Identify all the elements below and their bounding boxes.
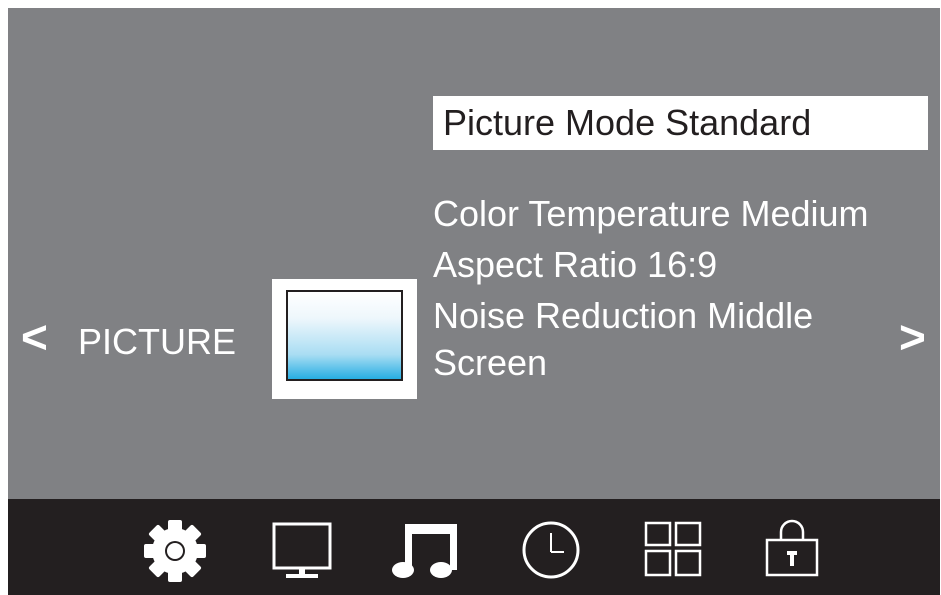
prev-category-arrow[interactable]: < <box>21 314 48 360</box>
monitor-icon[interactable] <box>272 514 334 580</box>
category-label: PICTURE <box>78 321 237 362</box>
music-note-icon[interactable] <box>390 514 460 580</box>
menu-item-picture-mode[interactable]: Picture Mode Standard <box>433 96 928 150</box>
grid-icon[interactable] <box>643 514 705 580</box>
menu-item-screen[interactable]: Screen <box>433 341 547 385</box>
menu-item-noise-reduction[interactable]: Noise Reduction Middle <box>433 294 813 338</box>
lock-icon[interactable] <box>763 514 823 580</box>
picture-thumbnail <box>272 279 417 399</box>
gear-icon[interactable] <box>138 514 212 588</box>
clock-icon[interactable] <box>518 514 584 580</box>
menu-item-color-temperature[interactable]: Color Temperature Medium <box>433 192 869 236</box>
picture-preview-icon <box>286 290 403 381</box>
next-category-arrow[interactable]: > <box>899 314 926 360</box>
menu-screen: Picture Mode Standard Color Temperature … <box>8 8 940 595</box>
menu-item-aspect-ratio[interactable]: Aspect Ratio 16:9 <box>433 243 717 287</box>
